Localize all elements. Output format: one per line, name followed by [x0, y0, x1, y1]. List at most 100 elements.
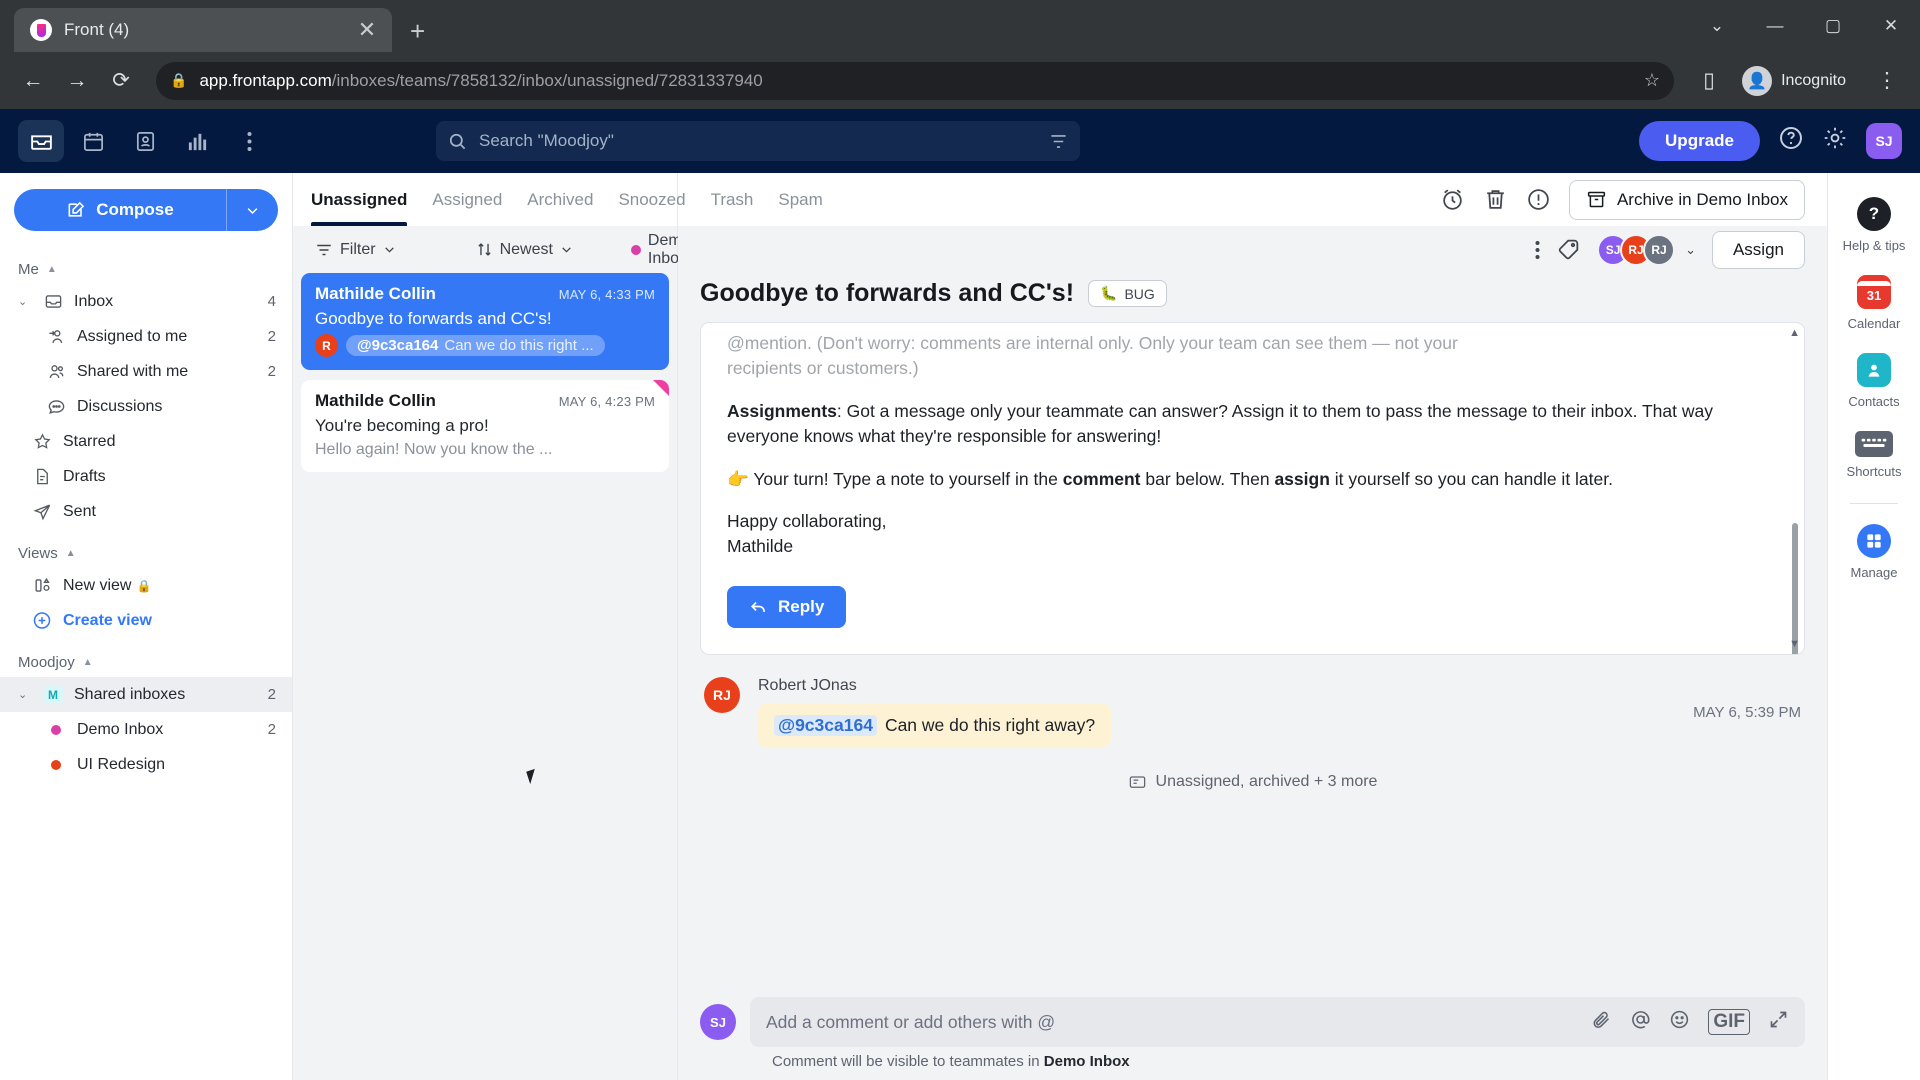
search-input[interactable]: Search "Moodjoy": [436, 121, 1080, 161]
compose-pencil-icon: [68, 201, 85, 217]
sidebar-item-drafts[interactable]: Drafts: [0, 459, 292, 494]
back-icon[interactable]: ←: [14, 62, 52, 100]
tab-snoozed[interactable]: Snoozed: [618, 173, 685, 226]
rail-item-calendar[interactable]: 31 Calendar: [1828, 265, 1920, 339]
snooze-clock-icon[interactable]: [1440, 187, 1465, 212]
conversation-item-selected[interactable]: Mathilde Collin MAY 6, 4:33 PM Goodbye t…: [301, 273, 669, 370]
tab-unassigned[interactable]: Unassigned: [311, 173, 408, 226]
minimize-icon[interactable]: —: [1746, 0, 1804, 52]
unread-flag-icon: [653, 380, 669, 396]
help-icon[interactable]: [1778, 125, 1804, 157]
assignee-avatars[interactable]: SJ RJ RJ ⌄: [1597, 233, 1696, 266]
archive-icon: [1587, 191, 1606, 208]
close-window-icon[interactable]: ✕: [1862, 0, 1920, 52]
sidebar-item-ui-redesign[interactable]: UI Redesign: [0, 747, 292, 782]
rail-item-label: Manage: [1850, 565, 1898, 580]
compose-dropdown-icon[interactable]: [226, 189, 278, 231]
comment-author: Robert JOnas: [758, 676, 857, 694]
filter-button[interactable]: Filter: [307, 237, 404, 263]
spam-alert-icon[interactable]: [1526, 187, 1551, 212]
rail-item-help[interactable]: ? Help & tips: [1828, 187, 1920, 261]
tab-trash[interactable]: Trash: [711, 173, 754, 226]
browser-urlbar: ← → ⟳ 🔒 app.frontapp.com/inboxes/teams/7…: [0, 52, 1920, 109]
reload-icon[interactable]: ⟳: [102, 62, 140, 100]
nav-more-icon[interactable]: [226, 120, 272, 162]
mention-handle[interactable]: @9c3ca164: [774, 714, 877, 736]
conversation-item[interactable]: Mathilde Collin MAY 6, 4:23 PM You're be…: [301, 380, 669, 472]
sidebar-section-moodjoy[interactable]: Moodjoy ▲: [0, 638, 292, 677]
conversation-sender: Mathilde Collin: [315, 391, 436, 410]
forward-icon[interactable]: →: [58, 62, 96, 100]
attachment-icon[interactable]: [1591, 1009, 1612, 1036]
rail-item-contacts[interactable]: Contacts: [1828, 343, 1920, 417]
sidebar-item-shared-inboxes[interactable]: ⌄ M Shared inboxes 2: [0, 677, 292, 712]
emoji-icon[interactable]: [1669, 1009, 1690, 1036]
rail-item-label: Help & tips: [1842, 238, 1906, 253]
tag-icon[interactable]: [1556, 237, 1581, 262]
sidebar-item-assigned-to-me[interactable]: Assigned to me 2: [0, 319, 292, 354]
assign-button[interactable]: Assign: [1711, 230, 1805, 269]
maximize-icon[interactable]: ▢: [1804, 0, 1862, 52]
gif-icon[interactable]: GIF: [1708, 1009, 1750, 1035]
commenter-avatar: R: [315, 334, 338, 357]
rail-item-manage[interactable]: Manage: [1828, 514, 1920, 588]
more-options-icon[interactable]: [1535, 240, 1540, 260]
nav-calendar-icon[interactable]: [70, 120, 116, 162]
nav-analytics-icon[interactable]: [174, 120, 220, 162]
address-bar[interactable]: 🔒 app.frontapp.com/inboxes/teams/7858132…: [156, 61, 1675, 100]
browser-tab[interactable]: Front (4) ✕: [14, 8, 392, 52]
tab-search-icon[interactable]: ⌄: [1688, 0, 1746, 52]
system-activity-line[interactable]: Unassigned, archived + 3 more: [700, 751, 1805, 800]
comment-input[interactable]: Add a comment or add others with @ GIF: [750, 997, 1805, 1047]
chevron-down-icon[interactable]: ⌄: [18, 688, 32, 701]
nav-contacts-icon[interactable]: [122, 120, 168, 162]
scrollbar-thumb[interactable]: [1792, 523, 1798, 654]
archive-button[interactable]: Archive in Demo Inbox: [1568, 179, 1805, 220]
trash-icon[interactable]: [1483, 187, 1508, 212]
chrome-menu-icon[interactable]: ⋮: [1868, 62, 1906, 100]
app-topbar: Search "Moodjoy" Upgrade SJ: [0, 109, 1920, 173]
sidebar-item-inbox[interactable]: ⌄ Inbox 4: [0, 284, 292, 319]
compose-button[interactable]: Compose: [14, 189, 278, 231]
sidebar-item-demo-inbox[interactable]: Demo Inbox 2: [0, 712, 292, 747]
chevron-down-icon[interactable]: ⌄: [18, 295, 32, 308]
sidebar-item-sent[interactable]: Sent: [0, 494, 292, 529]
sidebar-section-views[interactable]: Views ▲: [0, 529, 292, 568]
bookmark-star-icon[interactable]: ☆: [1644, 70, 1660, 91]
incognito-indicator[interactable]: 👤 Incognito: [1738, 62, 1858, 100]
nav-inbox-icon[interactable]: [18, 120, 64, 162]
user-avatar[interactable]: SJ: [1866, 123, 1902, 159]
inbox-icon: [43, 292, 63, 311]
scroll-up-icon[interactable]: ▲: [1789, 327, 1800, 339]
chevron-down-icon[interactable]: ⌄: [1685, 242, 1696, 258]
settings-gear-icon[interactable]: [1822, 125, 1848, 157]
expand-icon[interactable]: [1768, 1009, 1789, 1036]
chevron-down-icon: [384, 247, 394, 253]
sidebar-item-shared-with-me[interactable]: Shared with me 2: [0, 354, 292, 389]
tab-assigned[interactable]: Assigned: [432, 173, 502, 226]
side-panel-icon[interactable]: ▯: [1690, 62, 1728, 100]
thread-scrollbar[interactable]: ▲ ▼: [1789, 323, 1800, 654]
sidebar-item-discussions[interactable]: Discussions: [0, 389, 292, 424]
rail-item-shortcuts[interactable]: Shortcuts: [1828, 421, 1920, 487]
drafts-icon: [32, 467, 52, 486]
tab-archived[interactable]: Archived: [527, 173, 593, 226]
sidebar-item-count: 2: [267, 721, 276, 738]
message-subheader: SJ RJ RJ ⌄ Assign: [678, 226, 1827, 273]
mention-icon[interactable]: [1630, 1009, 1651, 1036]
sidebar-item-create-view[interactable]: Create view: [0, 603, 292, 638]
sidebar-item-label: Drafts: [63, 467, 106, 485]
sidebar-item-new-view[interactable]: New view 🔒: [0, 568, 292, 603]
close-tab-icon[interactable]: ✕: [354, 19, 380, 41]
sort-button[interactable]: Newest: [468, 237, 581, 263]
sidebar-item-starred[interactable]: Starred: [0, 424, 292, 459]
upgrade-button[interactable]: Upgrade: [1639, 121, 1760, 161]
scroll-down-icon[interactable]: ▼: [1789, 638, 1800, 650]
compose-label: Compose: [96, 200, 174, 219]
sidebar-section-me[interactable]: Me ▲: [0, 245, 292, 284]
reply-button[interactable]: Reply: [727, 585, 847, 628]
chevron-down-icon: [562, 247, 571, 253]
tab-spam[interactable]: Spam: [778, 173, 822, 226]
status-badge[interactable]: 🐛 BUG: [1088, 280, 1167, 307]
new-tab-icon[interactable]: +: [410, 18, 425, 44]
